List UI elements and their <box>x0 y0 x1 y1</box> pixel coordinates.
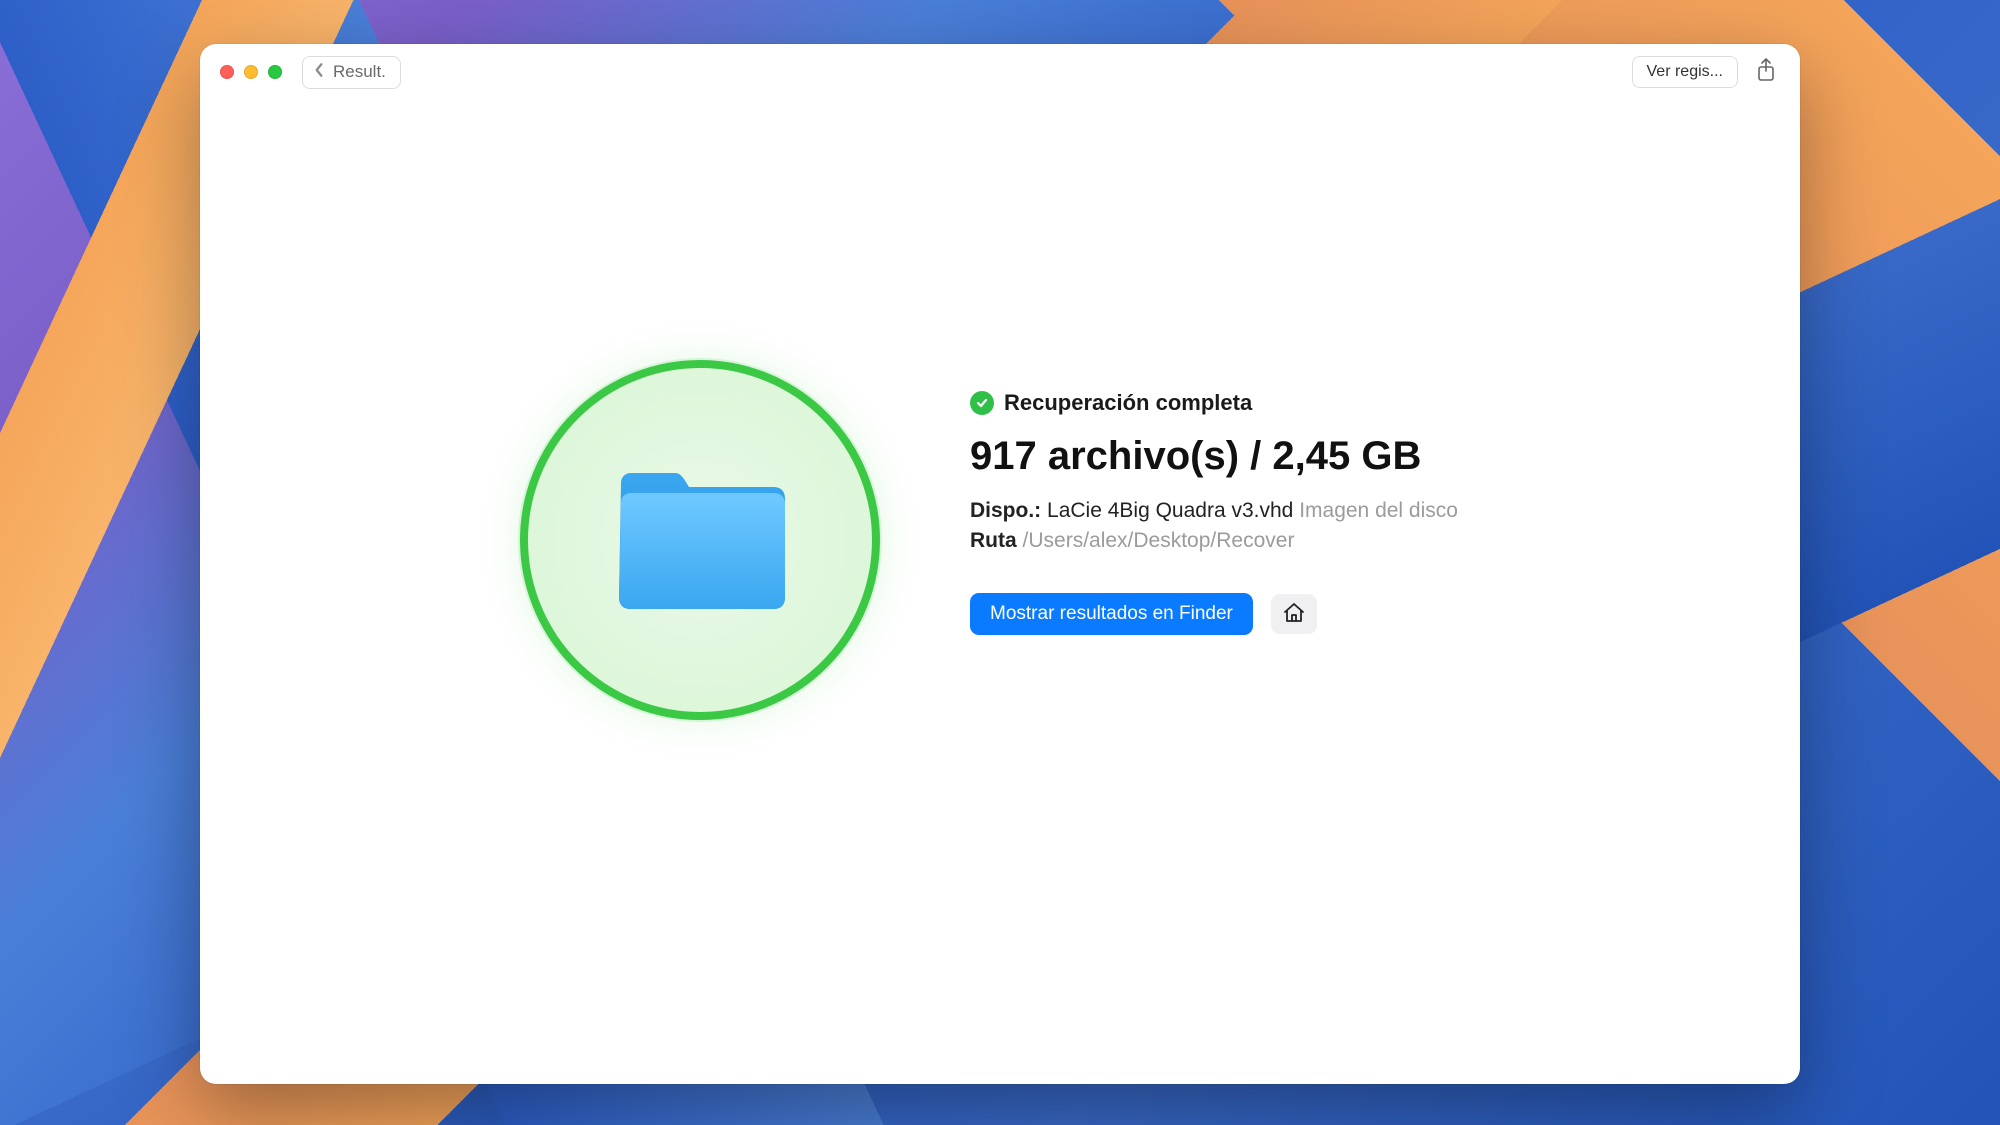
chevron-left-icon <box>313 62 325 83</box>
view-log-button[interactable]: Ver regis... <box>1632 56 1738 88</box>
device-label: Dispo.: <box>970 499 1041 522</box>
folder-icon <box>613 465 788 615</box>
device-line: Dispo.: LaCie 4Big Quadra v3.vhd Imagen … <box>970 499 1458 523</box>
close-window-button[interactable] <box>220 65 234 79</box>
show-in-finder-label: Mostrar resultados en Finder <box>990 603 1233 624</box>
status-text: Recuperación completa <box>1004 390 1252 416</box>
action-row: Mostrar resultados en Finder <box>970 593 1458 635</box>
maximize-window-button[interactable] <box>268 65 282 79</box>
share-icon <box>1756 58 1776 87</box>
window-controls <box>220 65 282 79</box>
result-info: Recuperación completa 917 archivo(s) / 2… <box>970 360 1458 635</box>
back-button[interactable]: Result. <box>302 56 401 89</box>
view-log-label: Ver regis... <box>1647 63 1723 80</box>
success-check-icon <box>970 391 994 415</box>
home-icon <box>1282 601 1306 628</box>
result-headline: 917 archivo(s) / 2,45 GB <box>970 434 1458 479</box>
path-value: /Users/alex/Desktop/Recover <box>1023 529 1295 552</box>
titlebar: Result. Ver regis... <box>200 44 1800 100</box>
app-window: Result. Ver regis... <box>200 44 1800 1084</box>
minimize-window-button[interactable] <box>244 65 258 79</box>
back-button-label: Result. <box>333 62 386 82</box>
success-circle <box>520 360 880 720</box>
device-type: Imagen del disco <box>1299 499 1458 522</box>
share-button[interactable] <box>1752 58 1780 86</box>
status-line: Recuperación completa <box>970 390 1458 416</box>
show-in-finder-button[interactable]: Mostrar resultados en Finder <box>970 593 1253 635</box>
path-line: Ruta /Users/alex/Desktop/Recover <box>970 529 1458 553</box>
device-name: LaCie 4Big Quadra v3.vhd <box>1047 499 1293 522</box>
home-button[interactable] <box>1271 594 1317 634</box>
path-label: Ruta <box>970 529 1017 552</box>
main-content: Recuperación completa 917 archivo(s) / 2… <box>200 100 1800 1084</box>
